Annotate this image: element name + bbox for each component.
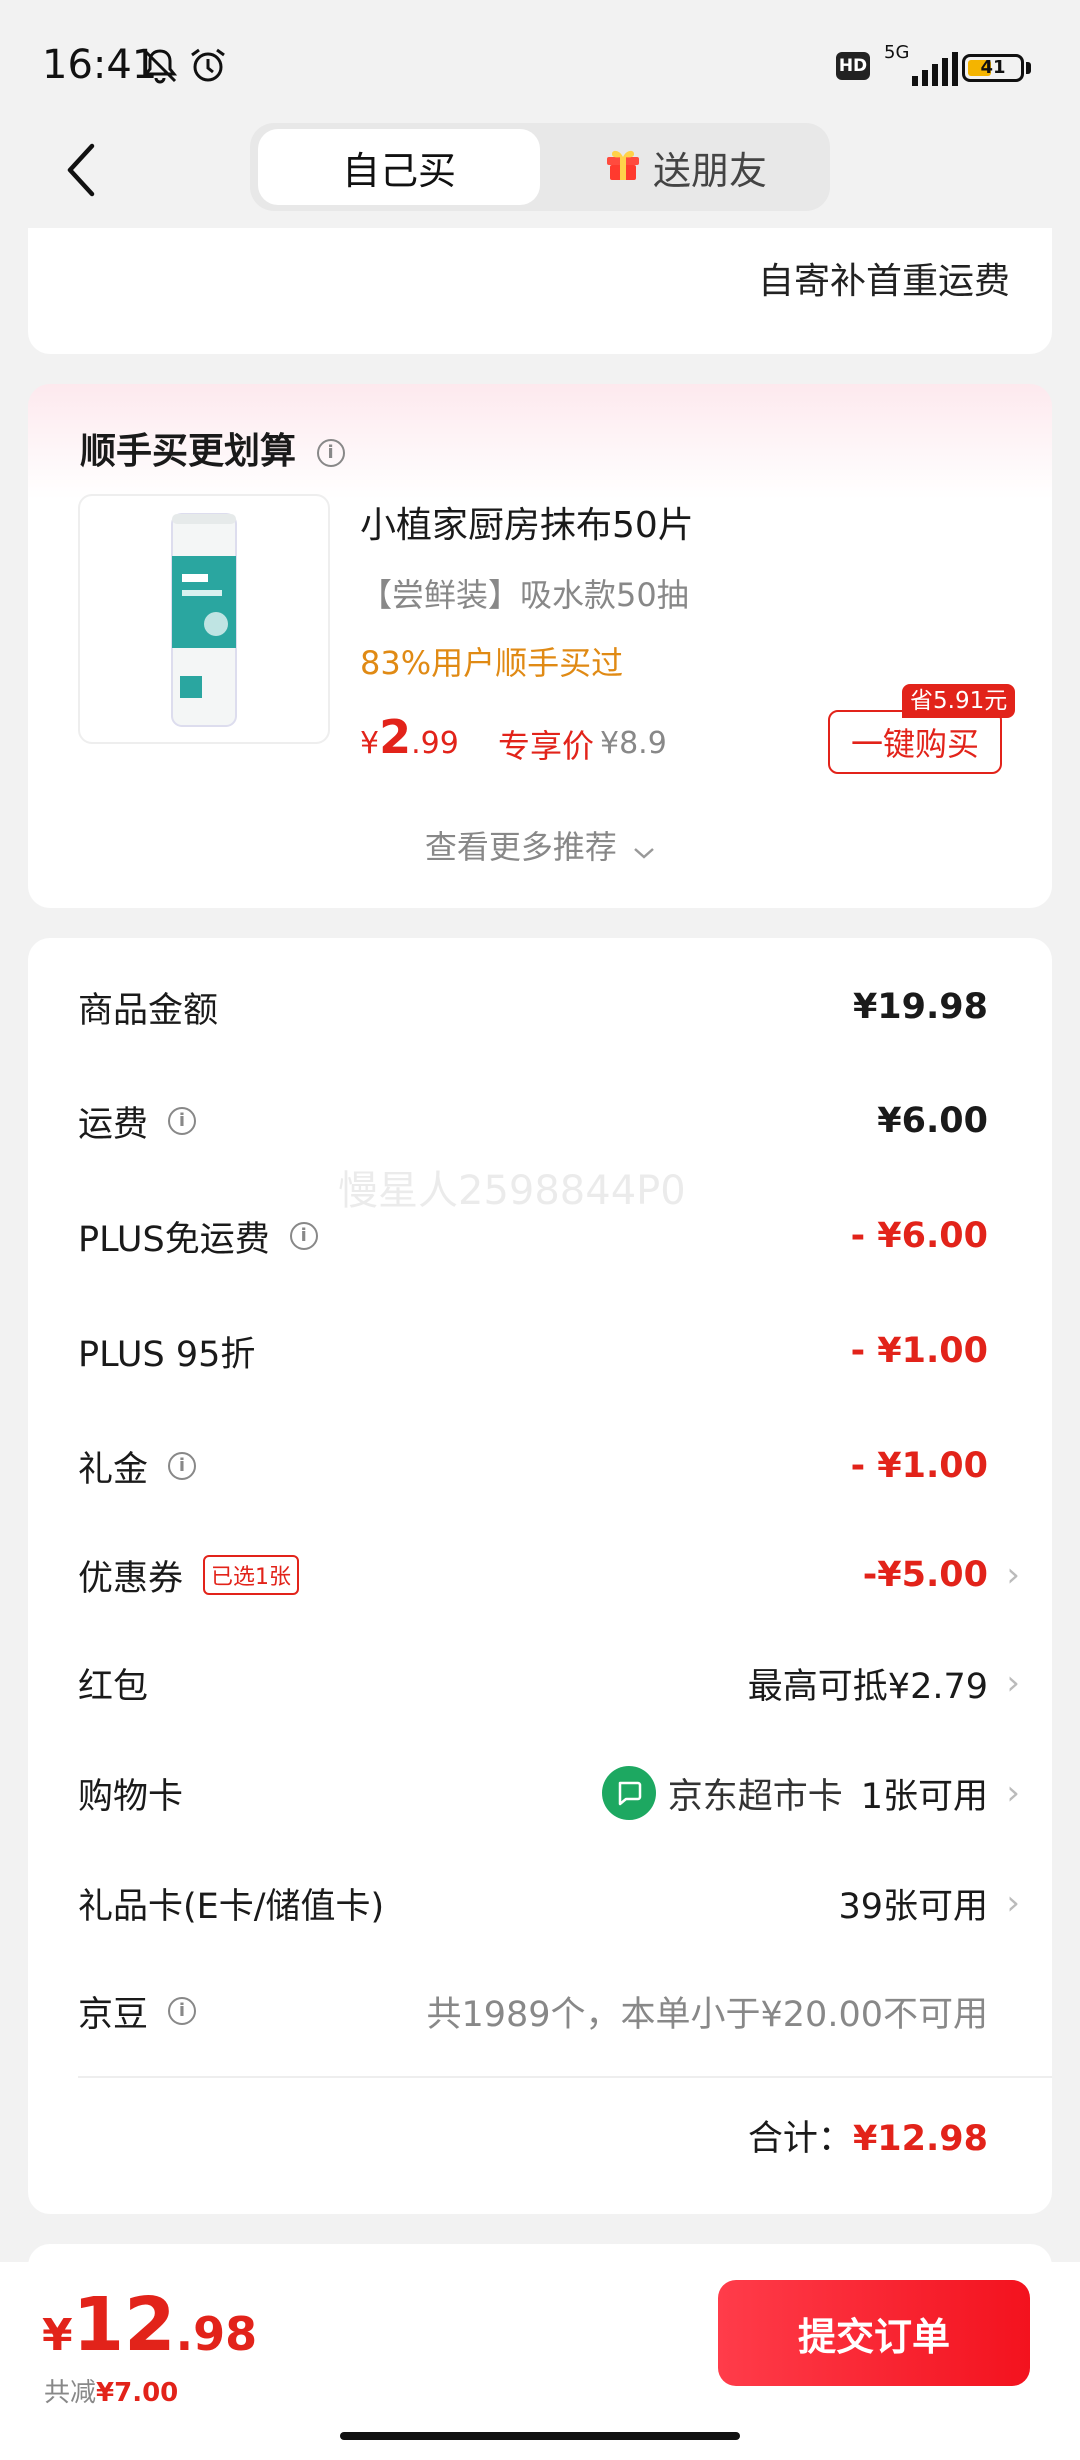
savings-value: ¥7.00	[96, 2378, 179, 2408]
row-value: 最高可抵¥2.79	[747, 1666, 988, 1707]
divider	[78, 2076, 1052, 2078]
total-label: 合计：	[747, 2119, 853, 2159]
original-price: ¥8.9	[600, 726, 667, 761]
battery-level: 41	[980, 57, 1006, 78]
product-thumbnail[interactable]	[78, 494, 330, 744]
submit-order-button[interactable]: 提交订单	[718, 2280, 1030, 2386]
row-label: PLUS免运费	[78, 1219, 270, 1260]
row-label: 优惠券	[78, 1558, 184, 1599]
price-int: 12	[72, 2282, 176, 2368]
checkout-bar: ¥12.98 共减¥7.00 提交订单	[0, 2262, 1080, 2460]
savings-badge: 省5.91元	[902, 684, 1016, 718]
row-plus-discount: PLUS 95折 - ¥1.00	[78, 1316, 988, 1386]
row-shopping-card[interactable]: 购物卡 京东超市卡 1张可用 ›	[78, 1758, 1020, 1828]
home-indicator[interactable]	[340, 2432, 740, 2440]
network-type: 5G	[884, 42, 910, 63]
product-spec: 【尝鲜装】吸水款50抽	[360, 576, 689, 614]
chevron-right-icon: ›	[1006, 1663, 1020, 1703]
row-value: 1张可用	[860, 1776, 988, 1817]
row-label: 商品金额	[78, 990, 219, 1031]
battery-icon: 41	[962, 54, 1024, 82]
row-gift-card[interactable]: 礼品卡(E卡/储值卡) 39张可用 ›	[78, 1868, 1020, 1938]
row-value: - ¥1.00	[850, 1331, 988, 1371]
row-label: 运费	[78, 1104, 149, 1145]
price-summary-card: 商品金额 ¥19.98 运费 i ¥6.00 PLUS免运费 i - ¥6.00 P…	[28, 938, 1052, 2214]
product-name[interactable]: 小植家厨房抹布50片	[360, 496, 694, 548]
row-value: ¥6.00	[877, 1101, 988, 1141]
shipping-card: 自寄补首重运费	[28, 228, 1052, 354]
row-label: 礼品卡(E卡/储值卡)	[78, 1886, 385, 1927]
chevron-down-icon	[633, 830, 655, 868]
signal-icon	[910, 52, 958, 86]
row-value: 共1989个，本单小于¥20.00不可用	[426, 1994, 988, 2035]
info-icon[interactable]: i	[316, 439, 345, 467]
row-label: 红包	[78, 1666, 149, 1707]
alarm-icon	[188, 46, 228, 90]
mute-bell-icon	[140, 46, 180, 90]
battery-tip	[1026, 62, 1031, 74]
one-click-buy-button[interactable]: 一键购买	[828, 710, 1002, 774]
info-icon[interactable]: i	[168, 1452, 197, 1480]
payable-price: ¥12.98	[42, 2282, 257, 2368]
row-red-packet[interactable]: 红包 最高可抵¥2.79 ›	[78, 1648, 1020, 1718]
card-name: 京东超市卡	[667, 1776, 843, 1817]
watermark: 慢星人2598844P0	[338, 1168, 686, 1214]
chevron-right-icon: ›	[1006, 1883, 1020, 1923]
row-label: 京豆	[78, 1994, 149, 2035]
price-symbol: ¥	[42, 2310, 73, 2361]
row-value: -¥5.00	[862, 1555, 988, 1595]
exclusive-price-tag: 专享价	[498, 727, 595, 765]
tab-label: 送朋友	[652, 148, 767, 193]
price-symbol: ¥	[360, 726, 380, 761]
row-label: 购物卡	[78, 1776, 184, 1817]
row-goods-amount: 商品金额 ¥19.98	[78, 972, 988, 1042]
more-recommend-link[interactable]: 查看更多推荐	[28, 822, 1052, 868]
recommend-title-text: 顺手买更划算	[80, 431, 297, 472]
row-label: 礼金	[78, 1449, 149, 1490]
row-shipping: 运费 i ¥6.00	[78, 1086, 988, 1156]
buyers-rate: 83%用户顺手买过	[360, 644, 624, 682]
recommend-title: 顺手买更划算 i	[80, 422, 345, 474]
row-value: - ¥1.00	[850, 1446, 988, 1486]
row-value: - ¥6.00	[850, 1216, 988, 1256]
order-total: 合计：¥12.98	[748, 2110, 988, 2161]
gift-icon	[603, 143, 643, 192]
info-icon[interactable]: i	[168, 1997, 197, 2025]
coupon-selected-badge: 已选1张	[203, 1555, 300, 1595]
more-recommend-label: 查看更多推荐	[424, 828, 617, 866]
row-coupon[interactable]: 优惠券 已选1张 -¥5.00 ›	[78, 1540, 1020, 1610]
shipping-note: 自寄补首重运费	[757, 261, 1010, 302]
chevron-right-icon: ›	[1006, 1555, 1020, 1595]
row-gift-money: 礼金 i - ¥1.00	[78, 1431, 988, 1501]
back-button[interactable]	[50, 135, 110, 205]
row-value: 39张可用	[838, 1886, 988, 1927]
recommend-card: 顺手买更划算 i 小植家厨房抹布50片 【尝鲜装】吸水款50抽 83%用户顺手买…	[28, 384, 1052, 908]
tab-label: 自己买	[341, 148, 456, 193]
tab-buy-for-self[interactable]: 自己买	[258, 129, 540, 205]
price-int: 2	[379, 710, 412, 764]
product-price: ¥2.99	[360, 710, 459, 764]
row-jd-beans: 京豆 i 共1989个，本单小于¥20.00不可用	[78, 1976, 988, 2046]
price-dec: .98	[175, 2307, 258, 2361]
total-savings: 共减¥7.00	[44, 2372, 178, 2409]
jd-supermarket-card-icon	[601, 1766, 656, 1820]
chevron-right-icon: ›	[1006, 1773, 1020, 1813]
row-value: ¥19.98	[852, 987, 988, 1027]
total-value: ¥12.98	[852, 2119, 988, 2159]
chevron-left-icon	[67, 143, 95, 197]
info-icon[interactable]: i	[289, 1222, 318, 1250]
hd-badge: HD	[836, 52, 870, 80]
savings-label: 共减	[44, 2378, 97, 2408]
row-label: PLUS 95折	[78, 1334, 256, 1375]
price-dec: .99	[411, 726, 459, 761]
tab-send-to-friend[interactable]: 送朋友	[545, 129, 825, 205]
info-icon[interactable]: i	[168, 1107, 197, 1135]
